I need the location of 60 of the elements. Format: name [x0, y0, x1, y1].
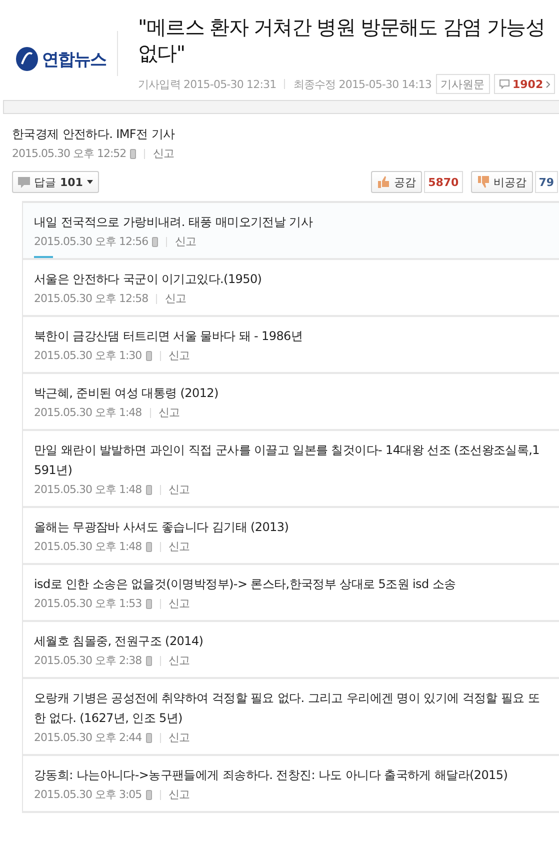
mobile-icon [146, 598, 152, 608]
reply-text: 오랑캐 기병은 공성전에 취약하여 걱정할 필요 없다. 그리고 우리에겐 명이 있기에 걱정할 필요 또 한 없다. (1627년, 인조 5년) [34, 690, 541, 727]
report-link[interactable]: 신고 [168, 539, 190, 554]
comment-date: 2015.05.30 오후 2:44 [34, 730, 142, 745]
comment-count-button[interactable]: 1902 [494, 74, 556, 94]
reply-text: 세월호 침몰중, 전원구조 (2014) [34, 633, 204, 650]
comment-date: 2015.05.30 오후 1:53 [34, 596, 142, 611]
comment-date: 2015.05.30 오후 12:52 [12, 146, 126, 161]
reply-text: 내일 전국적으로 가랑비내려. 태풍 매미오기전날 기사 [34, 214, 314, 231]
speech-bubble-icon [18, 176, 30, 188]
report-link[interactable]: 신고 [165, 291, 186, 306]
speech-bubble-icon [498, 79, 510, 89]
chevron-icon [546, 80, 550, 88]
comment-date: 2015.05.30 오후 1:48 [34, 539, 142, 554]
article-timestamp: 최종수정 2015-05-30 14:13 [293, 76, 432, 92]
reply-text: 올해는 무광잠바 사셔도 좋습니다 김기태 (2013) [34, 519, 290, 536]
like-count: 5870 [424, 171, 463, 193]
reply-text: 서울은 안전하다 국군이 이기고있다.(1950) [34, 271, 263, 288]
report-link[interactable]: 신고 [158, 405, 180, 420]
article-timestamp: 기사입력 2015-05-30 12:31 [138, 76, 276, 92]
reply-text: isd로 인한 소송은 없을것(이명박정부)-> 론스타,한국정부 상대로 5조원 isd 소송 [34, 576, 457, 593]
comment-date: 2015.05.30 오후 12:58 [34, 291, 148, 306]
comment-text: 한국경제 안전하다. IMF전 기사 [12, 126, 176, 143]
article-title: "메르스 환자 거쳐간 병원 방문해도 감염 가능성 없다" [138, 14, 546, 66]
comment-date: 2015.05.30 오후 2:38 [34, 653, 142, 668]
caret-icon [86, 180, 93, 184]
like-button[interactable]: 공감 [371, 171, 422, 193]
mobile-icon [152, 236, 158, 246]
mobile-icon [146, 350, 152, 360]
reply-toggle-button[interactable]: 답글 101 [12, 171, 99, 193]
report-link[interactable]: 신고 [168, 596, 190, 611]
mobile-icon [146, 732, 152, 742]
thumbs-down-icon [476, 176, 490, 188]
logo-icon [15, 46, 39, 72]
report-link[interactable]: 신고 [153, 146, 174, 161]
report-link[interactable]: 신고 [168, 653, 190, 668]
mobile-icon [146, 484, 152, 494]
dislike-button[interactable]: 비공감 [470, 171, 533, 193]
report-link[interactable]: 신고 [168, 730, 190, 745]
original-article-button[interactable]: 기사원문 [436, 74, 490, 94]
comment-date: 2015.05.30 오후 1:48 [34, 405, 142, 420]
reply-text: 북한이 금강산댐 터트리면 서울 물바다 돼 - 1986년 [34, 328, 304, 345]
report-link[interactable]: 신고 [168, 348, 190, 363]
logo-text: 연합뉴스 [42, 48, 106, 70]
report-link[interactable]: 신고 [168, 787, 190, 802]
mobile-icon [146, 790, 152, 800]
reply-text: 만일 왜란이 발발하면 과인이 직접 군사를 이끌고 일본를 칠것이다- 14대왕 선조 (조선왕조실록,1 591년) [34, 442, 540, 479]
mobile-icon [130, 148, 136, 158]
comment-date: 2015.05.30 오후 12:56 [34, 234, 148, 249]
comment-date: 2015.05.30 오후 1:30 [34, 348, 142, 363]
dislike-count: 79 [534, 171, 558, 193]
mobile-icon [146, 656, 152, 666]
reply-text: 강동희: 나는아니다->농구팬들에게 죄송하다. 전창진: 나도 아니다 출국하게 해달라(2015) [34, 767, 509, 784]
thumbs-up-icon [377, 176, 390, 188]
report-link[interactable]: 신고 [175, 234, 196, 249]
reply-text: 박근혜, 준비된 여성 대통령 (2012) [34, 385, 220, 402]
mobile-icon [146, 542, 152, 552]
comment-date: 2015.05.30 오후 3:05 [34, 787, 142, 802]
report-link[interactable]: 신고 [168, 482, 190, 497]
comment-date: 2015.05.30 오후 1:48 [34, 482, 142, 497]
